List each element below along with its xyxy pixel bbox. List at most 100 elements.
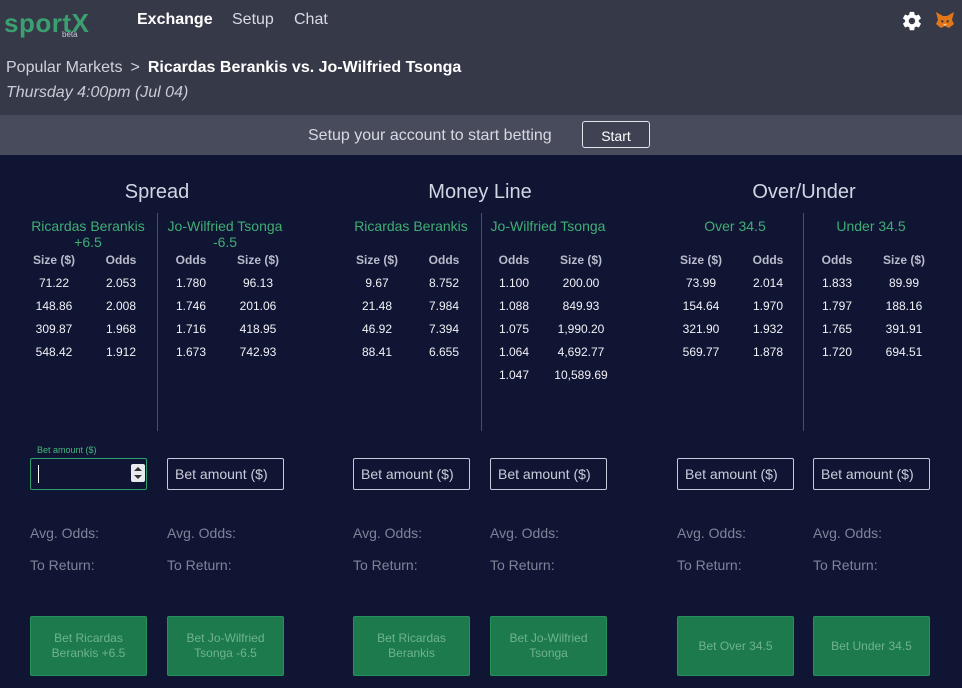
column-header: Odds bbox=[821, 253, 853, 267]
orderbook-cell[interactable]: 154.64 bbox=[666, 299, 736, 313]
orderbook-cell[interactable]: 1.088 bbox=[479, 299, 549, 313]
orderbook-cell[interactable]: 1.970 bbox=[728, 299, 808, 313]
orderbook-cell[interactable]: 21.48 bbox=[342, 299, 412, 313]
orderbook-cell[interactable]: 418.95 bbox=[218, 322, 298, 336]
bet-amount-input[interactable]: Bet amount ($) bbox=[813, 458, 930, 490]
orderbook-cell[interactable]: 2.053 bbox=[81, 276, 161, 290]
orderbook-cell[interactable]: 73.99 bbox=[666, 276, 736, 290]
orderbook-cell[interactable]: 201.06 bbox=[218, 299, 298, 313]
orderbook-cell[interactable]: 2.014 bbox=[728, 276, 808, 290]
sportx-logo[interactable]: sportX beta bbox=[4, 2, 108, 42]
orderbook-cell[interactable]: 2.008 bbox=[81, 299, 161, 313]
orderbook-cell[interactable]: 1.912 bbox=[81, 345, 161, 359]
orderbook-cell[interactable]: 88.41 bbox=[342, 345, 412, 359]
orderbook-cell[interactable]: 188.16 bbox=[864, 299, 944, 313]
orderbook-cell[interactable]: 4,692.77 bbox=[541, 345, 621, 359]
avg-odds-label: Avg. Odds: bbox=[30, 525, 100, 541]
to-return-label: To Return: bbox=[677, 557, 742, 573]
setup-banner: Setup your account to start betting Star… bbox=[0, 115, 962, 155]
orderbook-cell[interactable]: 1.878 bbox=[728, 345, 808, 359]
orderbook-cell[interactable]: 1.833 bbox=[802, 276, 872, 290]
orderbook-cell[interactable]: 309.87 bbox=[19, 322, 89, 336]
orderbook-cell[interactable]: 1.075 bbox=[479, 322, 549, 336]
place-bet-button[interactable]: Bet Ricardas Berankis bbox=[353, 616, 470, 676]
orderbook-cell[interactable]: 1.932 bbox=[728, 322, 808, 336]
orderbook-cell[interactable]: 46.92 bbox=[342, 322, 412, 336]
market-title-line: Jo-Wilfried Tsonga bbox=[490, 218, 606, 234]
orderbook-cell[interactable]: 9.67 bbox=[342, 276, 412, 290]
place-bet-button[interactable]: Bet Ricardas Berankis +6.5 bbox=[30, 616, 147, 676]
orderbook-cell[interactable]: 1,990.20 bbox=[541, 322, 621, 336]
orderbook-cell[interactable]: 1.716 bbox=[156, 322, 226, 336]
market-title-line: Over 34.5 bbox=[704, 218, 766, 234]
orderbook-cell[interactable]: 1.746 bbox=[156, 299, 226, 313]
metamask-fox-icon[interactable] bbox=[935, 11, 955, 29]
avg-odds-label: Avg. Odds: bbox=[490, 525, 560, 541]
bet-amount-input[interactable]: Bet amount ($) bbox=[167, 458, 284, 490]
orderbook-cell[interactable]: 96.13 bbox=[218, 276, 298, 290]
orderbook-cell[interactable]: 8.752 bbox=[404, 276, 484, 290]
nav-setup[interactable]: Setup bbox=[232, 11, 274, 29]
number-spinner-icon[interactable] bbox=[131, 464, 145, 482]
column-header: Odds bbox=[498, 253, 530, 267]
orderbook-cell[interactable]: 200.00 bbox=[541, 276, 621, 290]
place-bet-button[interactable]: Bet Over 34.5 bbox=[677, 616, 794, 676]
banner-message: Setup your account to start betting bbox=[308, 127, 552, 144]
avg-odds-label: Avg. Odds: bbox=[813, 525, 883, 541]
place-bet-button[interactable]: Bet Jo-Wilfried Tsonga -6.5 bbox=[167, 616, 284, 676]
orderbook-cell[interactable]: 7.984 bbox=[404, 299, 484, 313]
orderbook-cell[interactable]: 548.42 bbox=[19, 345, 89, 359]
breadcrumb-popular-markets[interactable]: Popular Markets bbox=[6, 59, 123, 76]
bet-amount-input[interactable]: Bet amount ($) bbox=[353, 458, 470, 490]
orderbook-cell[interactable]: 1.797 bbox=[802, 299, 872, 313]
orderbook-cell[interactable]: 6.655 bbox=[404, 345, 484, 359]
column-header: Odds bbox=[105, 253, 137, 267]
orderbook-cell[interactable]: 742.93 bbox=[218, 345, 298, 359]
orderbook-cell[interactable]: 1.064 bbox=[479, 345, 549, 359]
market-title-line: Jo-Wilfried Tsonga bbox=[167, 218, 283, 234]
market-line-value: -6.5 bbox=[212, 234, 238, 250]
orderbook-cell[interactable]: 1.780 bbox=[156, 276, 226, 290]
text-caret bbox=[38, 465, 39, 483]
to-return-label: To Return: bbox=[353, 557, 418, 573]
nav-chat[interactable]: Chat bbox=[294, 11, 328, 29]
orderbook-cell[interactable]: 7.394 bbox=[404, 322, 484, 336]
orderbook-cell[interactable]: 89.99 bbox=[864, 276, 944, 290]
start-button[interactable]: Start bbox=[582, 121, 650, 148]
column-header: Odds bbox=[175, 253, 207, 267]
avg-odds-label: Avg. Odds: bbox=[677, 525, 747, 541]
orderbook-cell[interactable]: 1.765 bbox=[802, 322, 872, 336]
orderbook-cell[interactable]: 10,589.69 bbox=[541, 368, 621, 382]
orderbook-cell[interactable]: 1.968 bbox=[81, 322, 161, 336]
column-header: Size ($) bbox=[882, 253, 925, 267]
orderbook-cell[interactable]: 569.77 bbox=[666, 345, 736, 359]
orderbook-cell[interactable]: 1.673 bbox=[156, 345, 226, 359]
place-bet-button[interactable]: Bet Under 34.5 bbox=[813, 616, 930, 676]
market-title-line: Ricardas Berankis bbox=[31, 218, 145, 234]
bet-amount-floating-label: Bet amount ($) bbox=[37, 445, 97, 455]
orderbook-cell[interactable]: 71.22 bbox=[19, 276, 89, 290]
orderbook-cell[interactable]: 694.51 bbox=[864, 345, 944, 359]
market-column-title: Ricardas Berankis bbox=[341, 218, 481, 234]
page-title: Ricardas Berankis vs. Jo-Wilfried Tsonga bbox=[147, 59, 462, 76]
column-header: Odds bbox=[428, 253, 460, 267]
bet-amount-input[interactable]: Bet amount ($) bbox=[677, 458, 794, 490]
market-column-title: Over 34.5 bbox=[665, 218, 805, 234]
orderbook-cell[interactable]: 391.91 bbox=[864, 322, 944, 336]
bet-amount-input[interactable] bbox=[30, 458, 147, 490]
bet-amount-input[interactable]: Bet amount ($) bbox=[490, 458, 607, 490]
to-return-label: To Return: bbox=[167, 557, 232, 573]
gear-icon[interactable] bbox=[901, 10, 923, 32]
section-title-moneyline: Money Line bbox=[428, 181, 532, 203]
orderbook-cell[interactable]: 1.720 bbox=[802, 345, 872, 359]
market-column-title: Under 34.5 bbox=[801, 218, 941, 234]
orderbook-cell[interactable]: 1.100 bbox=[479, 276, 549, 290]
orderbook-cell[interactable]: 148.86 bbox=[19, 299, 89, 313]
avg-odds-label: Avg. Odds: bbox=[353, 525, 423, 541]
orderbook-cell[interactable]: 321.90 bbox=[666, 322, 736, 336]
nav-exchange[interactable]: Exchange bbox=[137, 11, 213, 29]
place-bet-button[interactable]: Bet Jo-Wilfried Tsonga bbox=[490, 616, 607, 676]
orderbook-cell[interactable]: 849.93 bbox=[541, 299, 621, 313]
logo-beta-tag: beta bbox=[62, 30, 78, 39]
orderbook-cell[interactable]: 1.047 bbox=[479, 368, 549, 382]
